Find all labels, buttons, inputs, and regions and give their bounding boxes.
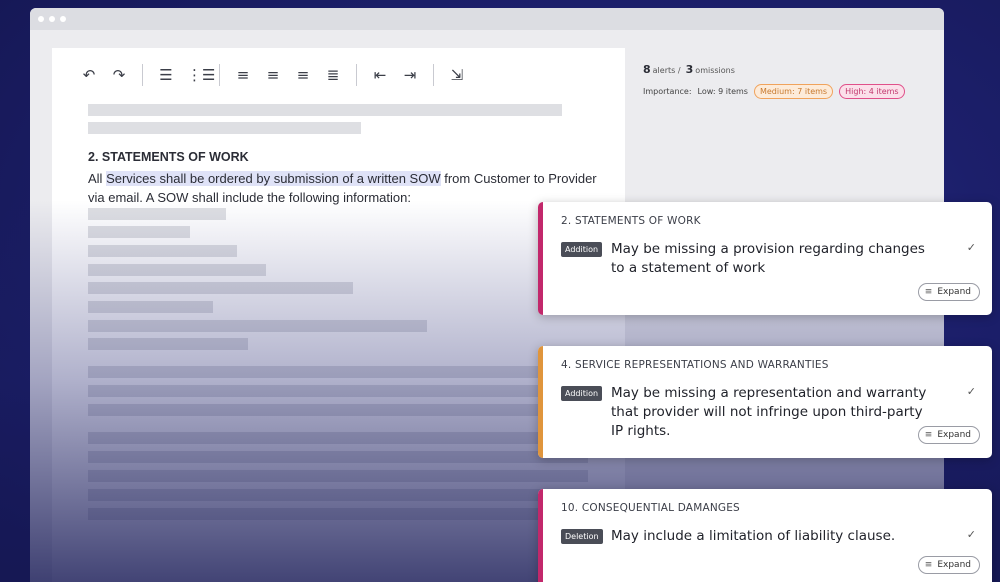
bullet-list-icon[interactable]: ☰ (157, 66, 175, 84)
importance-high-pill[interactable]: High: 4 items (839, 84, 905, 99)
alert-card[interactable]: 2. STATEMENTS OF WORK Addition May be mi… (538, 202, 992, 315)
lines-icon: ≡ (924, 560, 933, 570)
toolbar-separator (356, 64, 357, 86)
placeholder-line (88, 245, 237, 257)
placeholder-line (88, 432, 588, 444)
placeholder-line (88, 385, 588, 397)
align-right-icon[interactable]: ≡ (294, 66, 312, 84)
importance-medium-pill[interactable]: Medium: 7 items (753, 84, 834, 99)
placeholder-line (88, 366, 588, 378)
deletion-tag: Deletion (561, 529, 603, 544)
numbered-list-icon[interactable]: ⋮☰ (187, 66, 215, 84)
placeholder-line (88, 508, 588, 520)
window-dot[interactable] (49, 16, 55, 22)
align-left-icon[interactable]: ≡ (234, 66, 252, 84)
card-title: 4. SERVICE REPRESENTATIONS AND WARRANTIE… (561, 359, 829, 371)
lines-icon: ≡ (924, 430, 933, 440)
addition-tag: Addition (561, 242, 603, 257)
card-title: 2. STATEMENTS OF WORK (561, 215, 701, 227)
highlighted-text[interactable]: Services shall be ordered by submission … (106, 171, 441, 186)
importance-low[interactable]: Low: 9 items (698, 87, 748, 96)
placeholder-line (88, 451, 588, 463)
alert-card[interactable]: 10. CONSEQUENTIAL DAMANGES Deletion May … (538, 489, 992, 582)
window-dot[interactable] (60, 16, 66, 22)
expand-button[interactable]: ≡ Expand (917, 283, 980, 301)
placeholder-line (88, 122, 361, 134)
window-dot[interactable] (38, 16, 44, 22)
section-heading: 2. STATEMENTS OF WORK (88, 150, 249, 164)
placeholder-line (88, 338, 248, 350)
placeholder-line (88, 470, 588, 482)
card-message: May include a limitation of liability cl… (611, 528, 896, 544)
placeholder-line (88, 104, 562, 116)
placeholder-line (88, 489, 588, 501)
section-paragraph[interactable]: All Services shall be ordered by submiss… (88, 169, 598, 207)
expand-button[interactable]: ≡ Expand (917, 426, 980, 444)
toolbar-separator (219, 64, 220, 86)
card-accent (538, 489, 543, 582)
placeholder-line (88, 320, 427, 332)
alert-card[interactable]: 4. SERVICE REPRESENTATIONS AND WARRANTIE… (538, 346, 992, 458)
check-icon[interactable]: ✓ (967, 241, 976, 254)
alerts-summary: 8 alerts / 3 omissions Importance: Low: 9 … (643, 63, 905, 99)
redo-icon[interactable]: ↷ (110, 66, 128, 84)
placeholder-line (88, 301, 213, 313)
addition-tag: Addition (561, 386, 603, 401)
placeholder-line (88, 282, 353, 294)
indent-icon[interactable]: ⇥ (401, 66, 419, 84)
title-bar (30, 8, 944, 30)
card-title: 10. CONSEQUENTIAL DAMANGES (561, 502, 740, 514)
placeholder-line (88, 404, 588, 416)
expand-button[interactable]: ≡ Expand (917, 556, 980, 574)
toolbar-separator (433, 64, 434, 86)
card-message: May be missing a provision regarding cha… (611, 241, 925, 276)
insert-icon[interactable]: ⇲ (448, 66, 466, 84)
importance-line: Importance: Low: 9 items Medium: 7 items… (643, 84, 905, 99)
justify-icon[interactable]: ≣ (324, 66, 342, 84)
undo-icon[interactable]: ↶ (80, 66, 98, 84)
lines-icon: ≡ (924, 287, 933, 297)
placeholder-line (88, 226, 190, 238)
card-accent (538, 202, 543, 315)
formatting-toolbar: ↶ ↷ ☰ ⋮☰ ≡ ≡ ≡ ≣ ⇤ ⇥ ⇲ (80, 64, 466, 86)
alerts-count-line: 8 alerts / 3 omissions (643, 63, 735, 76)
check-icon[interactable]: ✓ (967, 385, 976, 398)
card-accent (538, 346, 543, 458)
placeholder-line (88, 264, 266, 276)
outdent-icon[interactable]: ⇤ (371, 66, 389, 84)
check-icon[interactable]: ✓ (967, 528, 976, 541)
align-center-icon[interactable]: ≡ (264, 66, 282, 84)
toolbar-separator (142, 64, 143, 86)
placeholder-line (88, 208, 226, 220)
card-message: May be missing a representation and warr… (611, 385, 927, 439)
